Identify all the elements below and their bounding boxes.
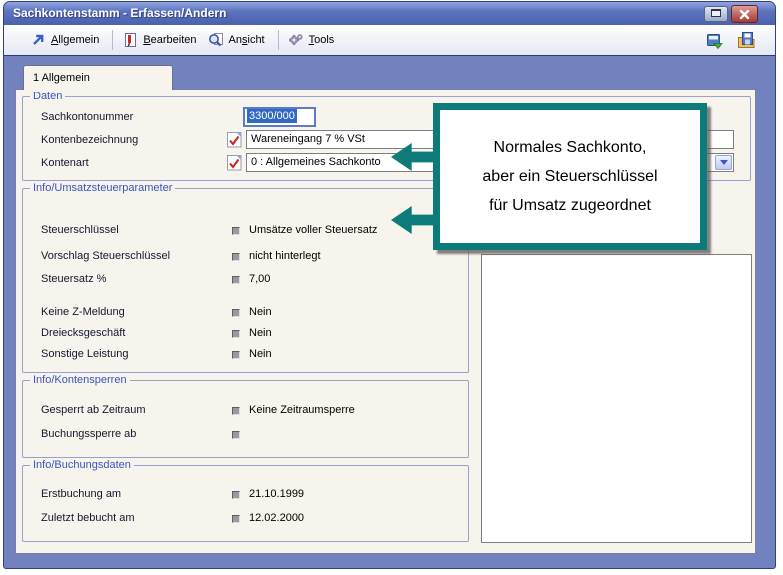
- bullet-icon: [232, 431, 240, 439]
- menu-label-allgemein: Allgemein: [51, 34, 99, 46]
- book-export-icon[interactable]: [705, 31, 724, 50]
- toolbar-separator: [112, 30, 113, 50]
- row-label: Dreiecksgeschäft: [41, 327, 125, 339]
- restore-button[interactable]: [704, 6, 728, 22]
- kontenart-dropdown-button[interactable]: [715, 155, 732, 170]
- group-buchung-title: Info/Buchungsdaten: [30, 459, 134, 471]
- chevron-down-icon: [720, 160, 728, 165]
- row-value: Keine Zeitraumsperre: [249, 404, 355, 416]
- bullet-icon: [232, 227, 240, 235]
- memo-panel[interactable]: [481, 254, 752, 543]
- save-disk-icon[interactable]: [737, 31, 756, 50]
- bullet-icon: [232, 253, 240, 261]
- row-value: nicht hinterlegt: [249, 250, 321, 262]
- annotation-line: aber ein Steuerschlüssel: [482, 162, 657, 191]
- edit-document-icon: [122, 32, 138, 48]
- row-vorschlag-steuerschluessel: Vorschlag Steuerschlüssel nicht hinterleg…: [41, 250, 460, 264]
- row-value: Umsätze voller Steuersatz: [249, 224, 377, 236]
- group-buchungsdaten: Info/Buchungsdaten Erstbuchung am21.10.1…: [22, 465, 469, 542]
- row-zuletzt-bebucht-am: Zuletzt bebucht am 12.02.2000: [41, 512, 460, 526]
- row-value: 21.10.1999: [249, 488, 304, 500]
- row-label: Vorschlag Steuerschlüssel: [41, 250, 170, 262]
- title-bar: Sachkontenstamm - Erfassen/Andern: [4, 2, 775, 25]
- menu-bearbeiten[interactable]: Bearbeiten: [122, 32, 196, 48]
- menu-allgemein[interactable]: Allgemein: [30, 32, 99, 48]
- sachkontonummer-value: 3300/000: [247, 109, 297, 123]
- row-label: Steuerschlüssel: [41, 224, 119, 236]
- app-window: Sachkontenstamm - Erfassen/Andern Allgem…: [3, 1, 776, 569]
- group-kontensperren: Info/Kontensperren Gesperrt ab ZeitraumK…: [22, 380, 469, 458]
- tab-allgemein[interactable]: 1 Allgemein: [23, 65, 173, 90]
- annotation-line: Normales Sachkonto,: [494, 133, 647, 162]
- window-title: Sachkontenstamm - Erfassen/Andern: [13, 6, 226, 20]
- menu-tools[interactable]: Tools: [288, 32, 335, 48]
- magnifier-icon: [208, 32, 224, 48]
- row-value: 7,00: [249, 273, 270, 285]
- close-icon: [739, 9, 750, 20]
- toolbar: Allgemein Bearbeiten Ansicht: [4, 25, 775, 56]
- bullet-icon: [232, 515, 240, 523]
- bullet-icon: [232, 351, 240, 359]
- bullet-icon: [232, 330, 240, 338]
- bullet-icon: [232, 276, 240, 284]
- row-erstbuchung-am: Erstbuchung am 21.10.1999: [41, 488, 460, 502]
- row-keine-z-meldung: Keine Z-Meldung Nein: [41, 306, 460, 320]
- row-label: Gesperrt ab Zeitraum: [41, 404, 146, 416]
- kontenbezeichnung-value: Wareneingang 7 % VSt: [251, 133, 365, 145]
- row-label: Steuersatz %: [41, 273, 106, 285]
- row-label: Buchungssperre ab: [41, 428, 136, 440]
- menu-ansicht[interactable]: Ansicht: [208, 32, 265, 48]
- annotation-callout: Normales Sachkonto, aber ein Steuerschlü…: [433, 103, 707, 250]
- row-label: Erstbuchung am: [41, 488, 121, 500]
- arrow-up-right-icon: [30, 32, 46, 48]
- row-value: Nein: [249, 327, 272, 339]
- row-label: Keine Z-Meldung: [41, 306, 125, 318]
- row-value: Nein: [249, 306, 272, 318]
- tab-label: 1 Allgemein: [33, 72, 90, 84]
- close-button[interactable]: [731, 5, 758, 23]
- checked-note-icon[interactable]: [227, 132, 242, 148]
- checked-note-icon[interactable]: [227, 155, 242, 171]
- menu-label-ansicht: Ansicht: [229, 34, 265, 46]
- row-buchungssperre-ab: Buchungssperre ab: [41, 428, 460, 442]
- bullet-icon: [232, 407, 240, 415]
- row-steuerschluessel: Steuerschlüssel Umsätze voller Steuersatz: [41, 224, 460, 238]
- toolbar-separator: [278, 30, 279, 50]
- row-label: Zuletzt bebucht am: [41, 512, 135, 524]
- row-value: 12.02.2000: [249, 512, 304, 524]
- row-steuersatz: Steuersatz % 7,00: [41, 273, 460, 287]
- sachkontonummer-input[interactable]: 3300/000: [243, 107, 316, 127]
- menu-label-bearbeiten: Bearbeiten: [143, 34, 196, 46]
- annotation-line: für Umsatz zugeordnet: [489, 191, 651, 220]
- bullet-icon: [232, 309, 240, 317]
- row-label: Sonstige Leistung: [41, 348, 128, 360]
- menu-label-tools: Tools: [309, 34, 335, 46]
- label-kontenbezeichnung: Kontenbezeichnung: [41, 134, 138, 146]
- row-gesperrt-ab-zeitraum: Gesperrt ab Zeitraum Keine Zeitraumsperre: [41, 404, 460, 418]
- group-sperren-title: Info/Kontensperren: [30, 374, 130, 386]
- label-sachkontonummer: Sachkontonummer: [41, 111, 133, 123]
- kontenart-value: 0 : Allgemeines Sachkonto: [251, 156, 381, 168]
- group-ust-title: Info/Umsatzsteuerparameter: [30, 182, 175, 194]
- restore-icon: [711, 9, 721, 17]
- row-value: Nein: [249, 348, 272, 360]
- row-dreiecksgeschaeft: Dreiecksgeschäft Nein: [41, 327, 460, 341]
- gears-icon: [288, 32, 304, 48]
- bullet-icon: [232, 491, 240, 499]
- row-sonstige-leistung: Sonstige Leistung Nein: [41, 348, 460, 362]
- toolbar-right-icons: [705, 31, 756, 50]
- label-kontenart: Kontenart: [41, 157, 89, 169]
